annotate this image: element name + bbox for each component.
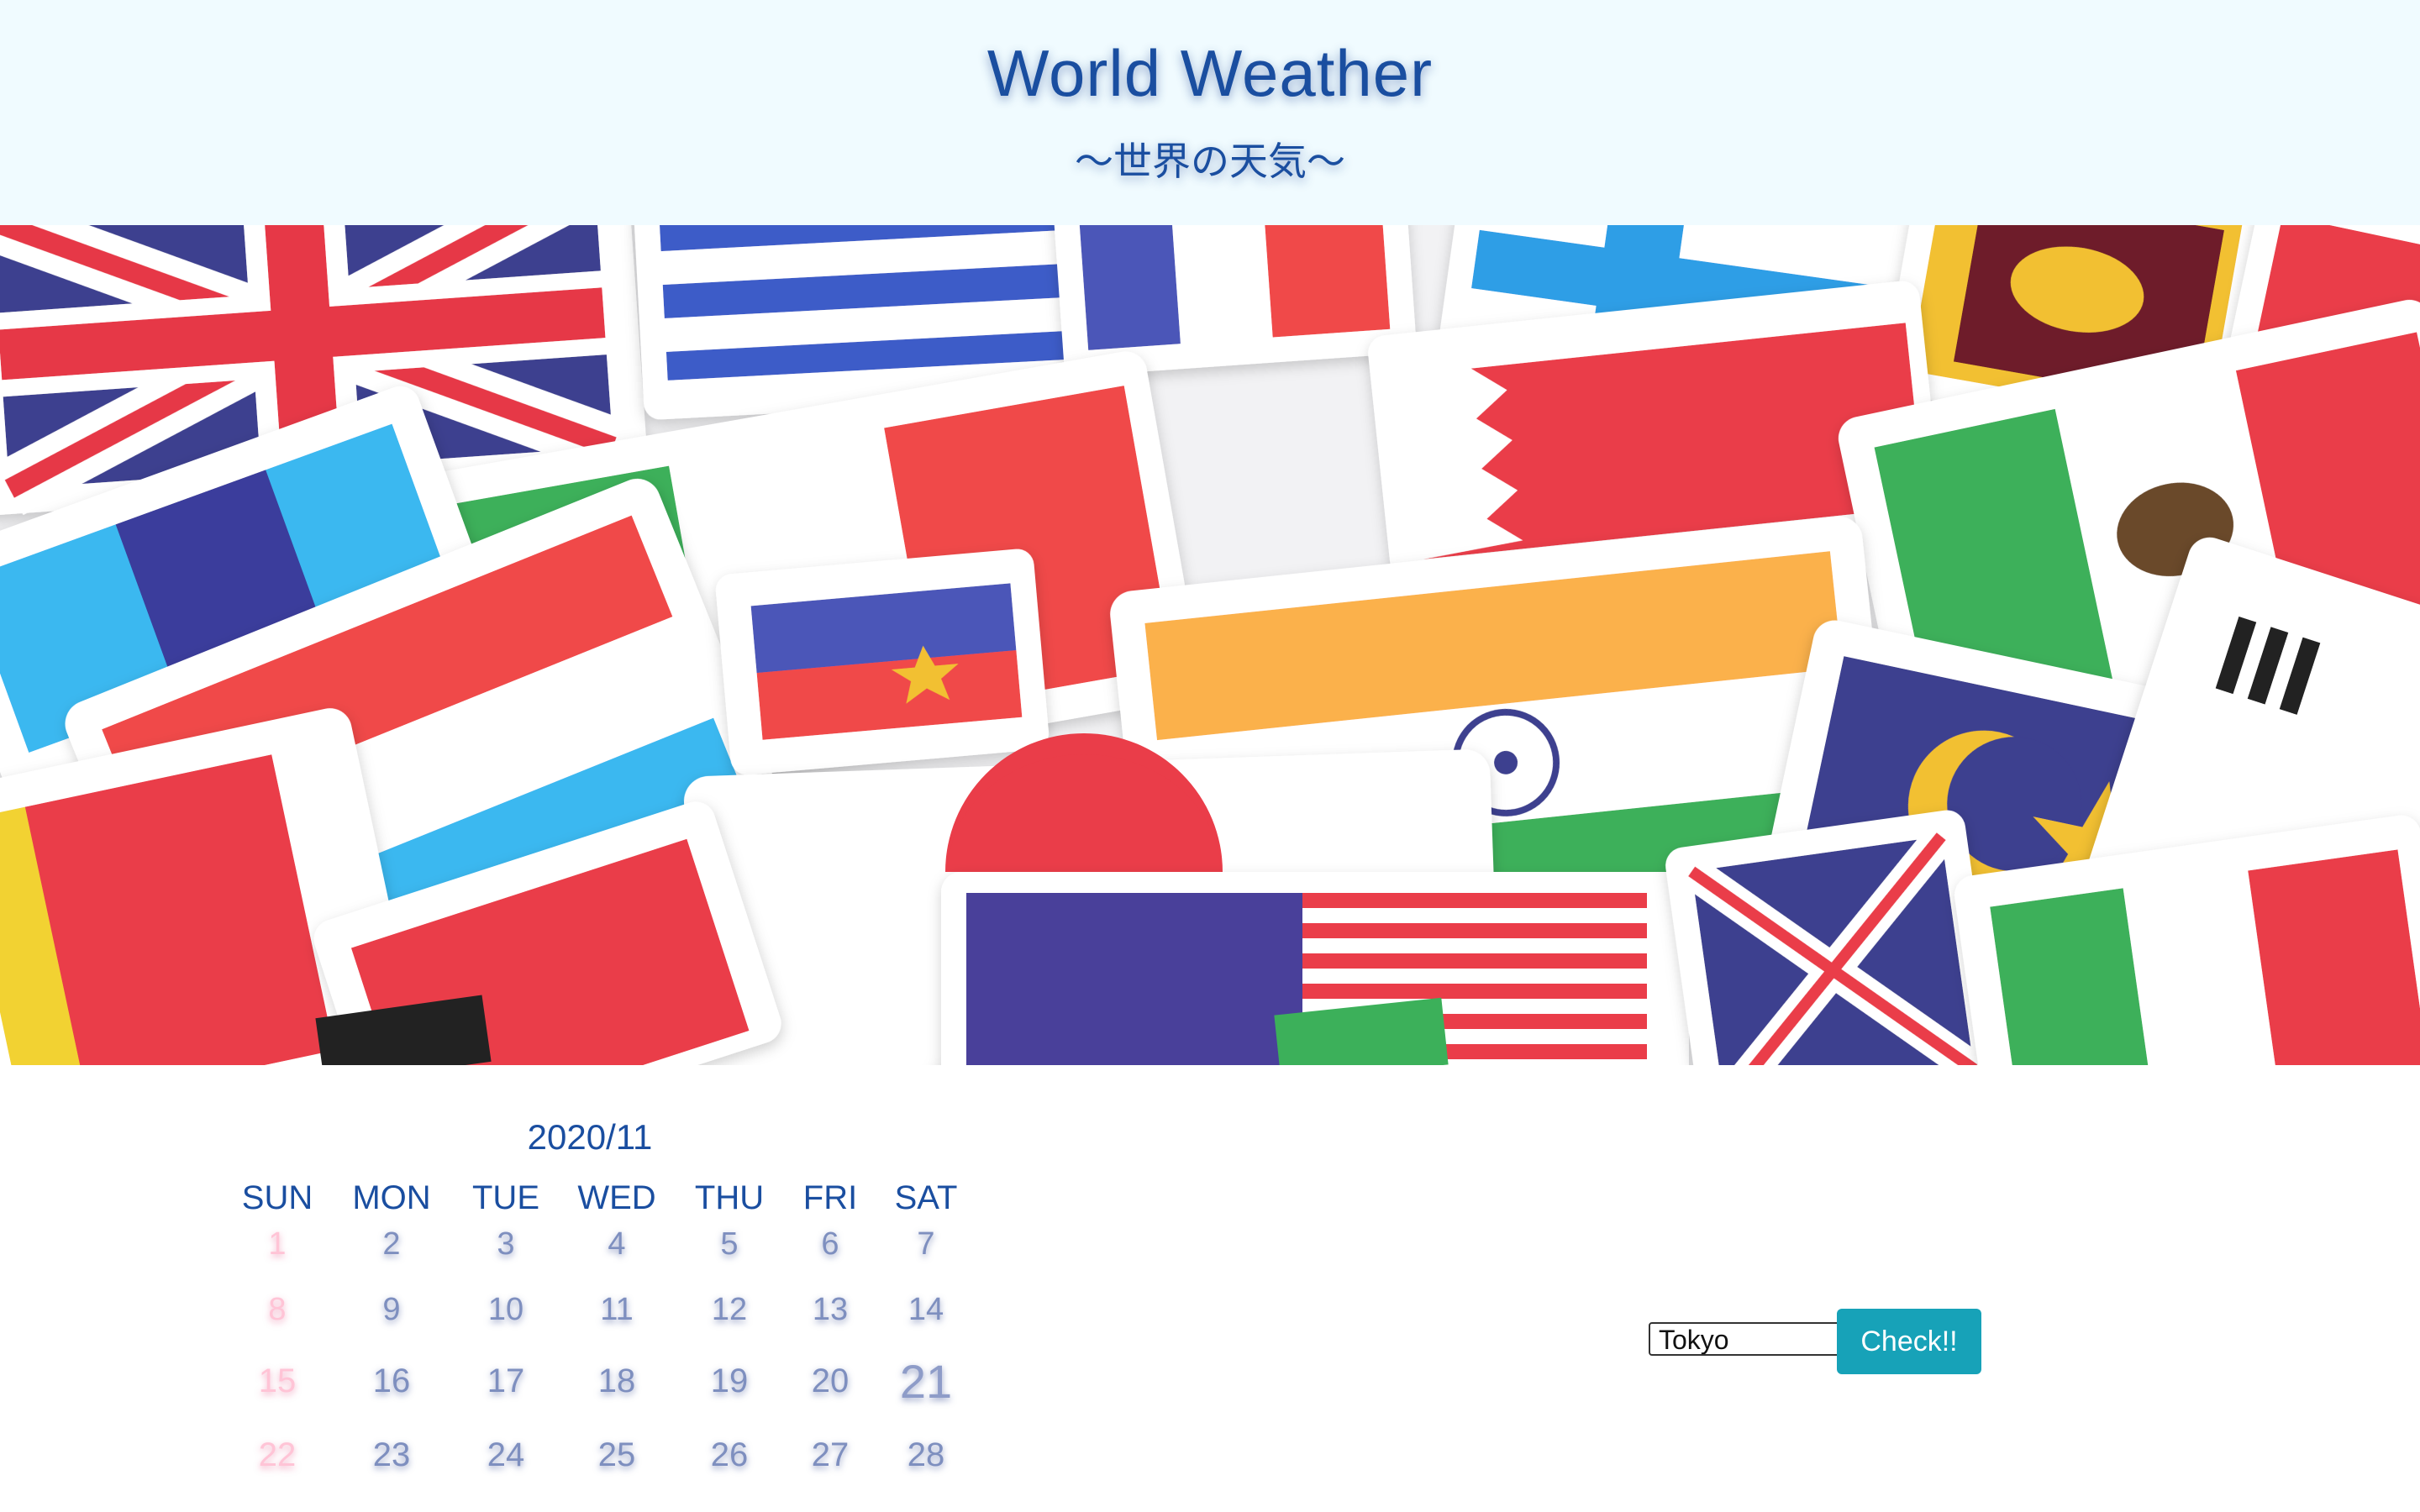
calendar-day: 20 [811,1362,850,1399]
weekday-thu: THU [694,1179,765,1216]
calendar-day: 22 [258,1436,297,1473]
calendar-day: 26 [710,1436,749,1473]
page-subtitle: 〜世界の天気〜 [1075,139,1345,184]
calendar-day: 11 [600,1292,634,1327]
calendar-day: 23 [372,1436,411,1473]
calendar-day: 13 [812,1292,849,1327]
calendar-day: 17 [487,1362,525,1399]
flags-collage-image [0,225,2420,1065]
page-title: World Weather [986,36,1434,110]
weekday-fri: FRI [802,1179,858,1216]
calendar-day: 5 [720,1226,739,1262]
calendar-day: 15 [258,1362,297,1399]
calendar-day: 2 [382,1226,401,1262]
calendar-day: 28 [907,1436,945,1473]
calendar-day: 14 [908,1292,944,1327]
calendar-day: 24 [487,1436,525,1473]
calendar-day: 18 [597,1362,636,1399]
weekday-tue: TUE [472,1179,539,1216]
calendar-day: 10 [487,1292,524,1327]
calendar-day: 25 [597,1436,636,1473]
header: World Weather 〜世界の天気〜 [0,0,2420,225]
calendar-day: 16 [372,1362,411,1399]
calendar-day: 1 [268,1226,287,1262]
weekday-sat: SAT [894,1179,958,1216]
calendar-day: 4 [608,1226,626,1262]
calendar-day: 8 [268,1292,287,1327]
calendar-day: 3 [497,1226,515,1262]
calendar-day: 12 [711,1292,748,1327]
calendar-day: 19 [710,1362,749,1399]
calendar-day: 9 [382,1292,401,1327]
weekday-sun: SUN [241,1179,313,1216]
city-select[interactable]: Tokyo [1649,1322,1854,1356]
calendar-day-today: 21 [899,1355,953,1408]
calendar-day: 27 [811,1436,850,1473]
calendar-weekday-row: SUN MON TUE WED THU FRI SAT [220,1179,960,1226]
calendar-grid: SUN MON TUE WED THU FRI SAT [220,1179,960,1226]
hero-flags-image [0,225,2420,1065]
calendar-day: 6 [821,1226,839,1262]
calendar-title: 2020/11 [527,1117,653,1157]
calendar-day: 7 [917,1226,935,1262]
weekday-mon: MON [352,1179,431,1216]
check-button[interactable]: Check!! [1837,1309,1981,1374]
weekday-wed: WED [577,1179,656,1216]
